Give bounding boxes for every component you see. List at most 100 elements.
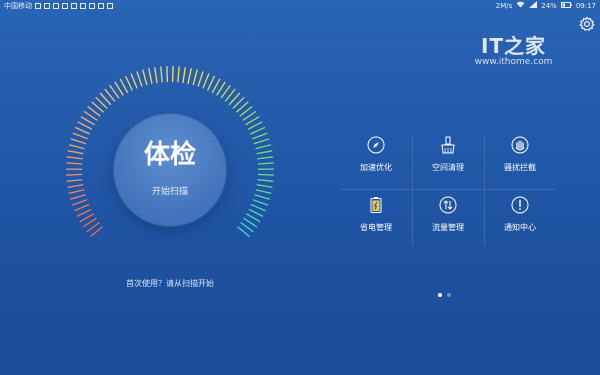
- feature-label: 空间清理: [432, 163, 464, 172]
- gauge-tick: [72, 132, 88, 140]
- feature-block-harassment[interactable]: 骚扰拦截: [484, 130, 556, 188]
- feature-speed-up[interactable]: 加速优化: [340, 130, 412, 188]
- gauge-tick: [257, 178, 274, 182]
- gauge-tick: [253, 138, 270, 145]
- gauge-tick: [254, 194, 270, 200]
- gauge-tick: [171, 65, 174, 83]
- gauge-tick: [252, 132, 268, 140]
- gauge-tick: [77, 121, 93, 130]
- feature-label: 骚扰拦截: [504, 163, 536, 172]
- notification-icon: [35, 3, 41, 9]
- gauge-tick: [177, 66, 180, 83]
- gauge-tick: [256, 150, 273, 155]
- gauge-tick: [250, 126, 266, 135]
- exclamation-icon: [511, 196, 529, 214]
- gauge-tick: [248, 208, 264, 217]
- feature-data-manage[interactable]: 流量管理: [412, 190, 484, 248]
- gauge-tick: [66, 156, 83, 160]
- notification-icon: [44, 3, 50, 9]
- gauge-tick: [68, 189, 85, 195]
- gauge-tick: [257, 173, 274, 176]
- gauge-tick: [74, 126, 90, 135]
- wifi-icon: [516, 0, 525, 12]
- gauge-tick: [74, 203, 90, 212]
- start-scan-button[interactable]: 体检 开始扫描: [114, 114, 226, 226]
- notification-icon: [107, 3, 113, 9]
- gauge-tick: [250, 203, 266, 212]
- gauge-tick: [257, 156, 274, 160]
- watermark-url: www.ithome.com: [474, 57, 553, 67]
- gauge-tick: [166, 65, 169, 83]
- settings-gear-icon[interactable]: [579, 16, 595, 32]
- gauge-tick: [76, 208, 92, 217]
- data-arrows-icon: [439, 196, 457, 214]
- gauge-tick: [211, 78, 221, 94]
- notification-icon: [71, 3, 77, 9]
- feature-label: 省电管理: [360, 223, 392, 232]
- feature-label: 流量管理: [432, 223, 464, 232]
- gauge-tick: [182, 67, 186, 84]
- first-use-hint: 首次使用？请从扫描开始: [126, 279, 214, 288]
- gauge-tick: [252, 199, 269, 206]
- gauge-tick: [247, 121, 263, 130]
- battery-icon: [367, 196, 385, 214]
- compass-icon: [367, 136, 385, 154]
- feature-label: 通知中心: [504, 223, 536, 232]
- gauge-tick: [255, 189, 272, 195]
- clock: 09:17: [575, 2, 596, 10]
- status-left: 中国移动: [4, 0, 113, 12]
- page-dot[interactable]: [447, 293, 451, 297]
- gauge-tick: [187, 68, 192, 85]
- gauge-tick: [67, 150, 84, 155]
- gauge-tick: [142, 69, 148, 86]
- gauge-tick: [160, 66, 163, 83]
- hand-icon: [511, 136, 529, 154]
- notification-icon: [62, 3, 68, 9]
- page-dot-active[interactable]: [438, 293, 442, 297]
- notification-icon: [53, 3, 59, 9]
- page-indicator: [438, 293, 451, 297]
- gauge-tick: [70, 138, 87, 145]
- feature-power-manage[interactable]: 省电管理: [340, 190, 412, 248]
- battery-status-icon: [560, 0, 572, 12]
- gauge-tick: [148, 68, 153, 85]
- status-right: 2M/s 24% 09:17: [496, 0, 596, 12]
- gauge-tick: [207, 75, 216, 91]
- gauge-tick: [68, 144, 85, 150]
- gauge-tick: [67, 184, 84, 189]
- feature-notification-center[interactable]: 通知中心: [484, 190, 556, 248]
- gauge-tick: [256, 184, 273, 189]
- gauge-tick: [70, 194, 86, 200]
- gauge-tick: [124, 75, 133, 91]
- scan-gauge: 体检 开始扫描: [60, 60, 280, 280]
- notification-icon: [80, 3, 86, 9]
- signal-icon: [529, 0, 538, 12]
- network-speed: 2M/s: [495, 2, 513, 10]
- gauge-tick: [255, 144, 272, 150]
- gauge-tick: [66, 173, 83, 176]
- watermark: IT之家 www.ithome.com: [466, 30, 561, 67]
- watermark-logo: IT之家: [480, 34, 547, 58]
- gauge-tick: [71, 199, 88, 206]
- gauge-tick: [119, 78, 129, 94]
- gauge-tick: [136, 71, 143, 87]
- notification-icon: [98, 3, 104, 9]
- brush-icon: [439, 136, 457, 154]
- gauge-tick: [257, 162, 274, 165]
- gauge-tick: [130, 73, 138, 89]
- status-bar: 中国移动 2M/s 24% 09:17: [0, 0, 600, 12]
- battery-level: 24%: [541, 2, 557, 10]
- gauge-tick: [197, 71, 204, 87]
- feature-storage-clean[interactable]: 空间清理: [412, 130, 484, 188]
- feature-grid: 加速优化 空间清理 骚扰拦截 省电管理 流量管理 通知中心: [340, 130, 556, 250]
- feature-label: 加速优化: [360, 163, 392, 172]
- gauge-tick: [202, 73, 210, 89]
- carrier-label: 中国移动: [4, 2, 32, 10]
- gauge-tick: [66, 178, 83, 182]
- start-scan-label: 开始扫描: [151, 187, 188, 197]
- gauge-tick: [192, 69, 198, 86]
- gauge-tick: [154, 67, 158, 84]
- gauge-tick: [66, 162, 83, 165]
- notification-icon: [89, 3, 95, 9]
- scan-title: 体检: [143, 140, 196, 170]
